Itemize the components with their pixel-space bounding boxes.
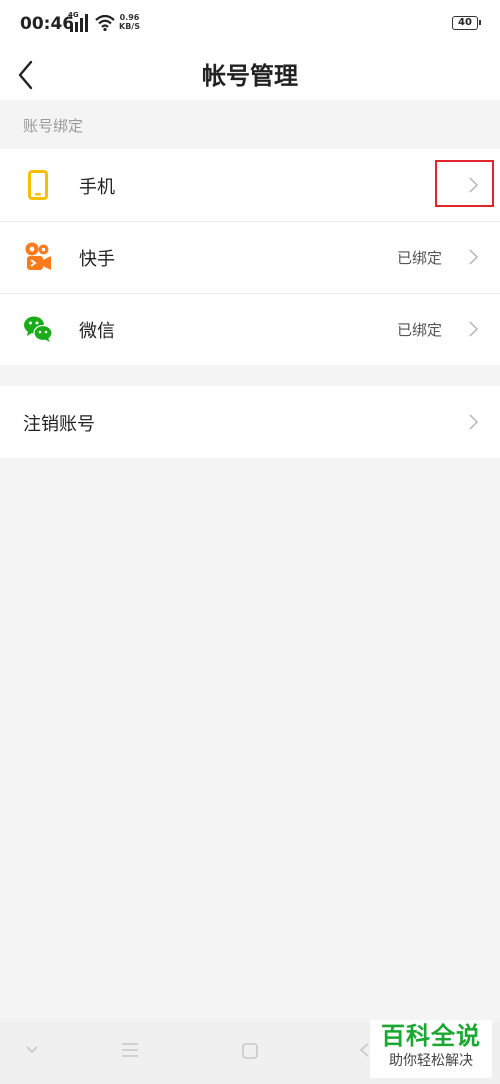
battery-icon: 40 bbox=[452, 16, 481, 30]
watermark-title: 百科全说 bbox=[381, 1022, 481, 1050]
back-icon[interactable] bbox=[358, 1042, 370, 1058]
binding-label-kuaishou: 快手 bbox=[79, 249, 115, 270]
account-list: 注销账号 bbox=[0, 386, 500, 458]
section-header-bindings: 账号绑定 bbox=[23, 117, 84, 135]
binding-row-kuaishou[interactable]: 快手 已绑定 bbox=[0, 221, 500, 293]
battery-level: 40 bbox=[458, 17, 472, 28]
title-bar: 帐号管理 bbox=[0, 48, 500, 100]
phone-icon bbox=[28, 170, 48, 200]
bindings-list: 手机 快手 已绑定 微信 已绑定 bbox=[0, 149, 500, 365]
binding-status-wechat: 已绑定 bbox=[396, 321, 442, 339]
watermark-subtitle: 助你轻松解决 bbox=[389, 1053, 473, 1069]
wechat-icon bbox=[24, 316, 53, 342]
wifi-icon bbox=[95, 15, 115, 31]
status-bar: 00:46 4G 0.96 KB/S 40 bbox=[0, 0, 500, 48]
kuaishou-icon bbox=[25, 242, 51, 270]
binding-label-wechat: 微信 bbox=[79, 321, 115, 342]
chevron-right-icon bbox=[469, 414, 479, 430]
binding-status-kuaishou: 已绑定 bbox=[396, 249, 442, 267]
status-time: 00:46 bbox=[20, 14, 75, 34]
signal-icon: 4G bbox=[68, 11, 90, 32]
highlight-box bbox=[435, 160, 494, 207]
network-type: 4G bbox=[68, 11, 79, 19]
home-icon[interactable] bbox=[241, 1042, 259, 1060]
watermark-logo: 百科全说 助你轻松解决 bbox=[370, 1020, 492, 1078]
binding-row-wechat[interactable]: 微信 已绑定 bbox=[0, 293, 500, 365]
binding-label-phone: 手机 bbox=[79, 177, 115, 198]
network-speed: 0.96 KB/S bbox=[119, 13, 140, 31]
page-title: 帐号管理 bbox=[202, 62, 298, 90]
chevron-right-icon bbox=[469, 249, 479, 265]
speed-unit: KB/S bbox=[119, 22, 140, 31]
chevron-right-icon bbox=[469, 321, 479, 337]
cancel-account-label: 注销账号 bbox=[23, 414, 95, 435]
binding-row-phone[interactable]: 手机 bbox=[0, 149, 500, 221]
speed-value: 0.96 bbox=[119, 13, 140, 22]
chevron-down-icon[interactable] bbox=[24, 1042, 40, 1058]
menu-icon[interactable] bbox=[121, 1042, 139, 1058]
cancel-account-row[interactable]: 注销账号 bbox=[0, 386, 500, 458]
